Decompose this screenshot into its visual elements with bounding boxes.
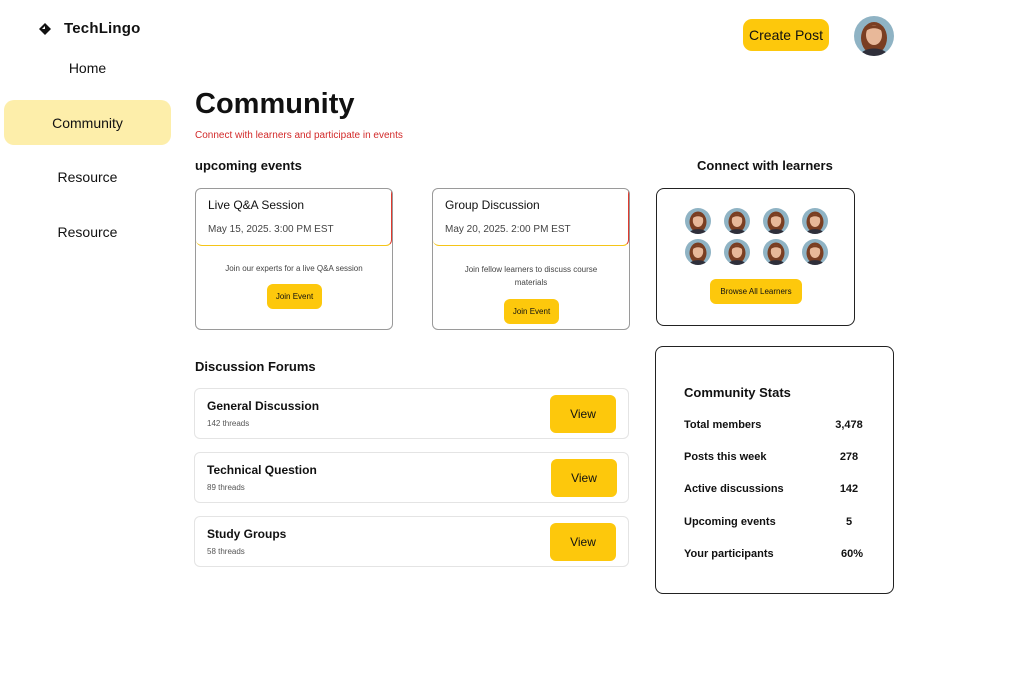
forum-title: General Discussion — [207, 399, 320, 413]
sidebar-item-home[interactable]: Home — [4, 45, 171, 90]
event-description: Join our experts for a live Q&A session — [225, 264, 363, 273]
page-title: Community — [195, 88, 355, 120]
connect-learners-heading: Connect with learners — [697, 158, 833, 173]
stat-value: 142 — [839, 483, 859, 495]
join-event-button[interactable]: Join Event — [504, 299, 559, 324]
event-card: Group Discussion May 20, 2025. 2:00 PM E… — [432, 188, 630, 330]
discussion-forums-heading: Discussion Forums — [195, 359, 316, 374]
stat-label: Posts this week — [684, 451, 767, 463]
sidebar-item-label: Resource — [57, 168, 118, 185]
sidebar-item-label: Community — [52, 114, 123, 131]
event-card-header: Live Q&A Session May 15, 2025. 3:00 PM E… — [196, 189, 392, 246]
event-title: Live Q&A Session — [208, 198, 305, 212]
app-name: TechLingo — [64, 20, 141, 37]
forum-row: General Discussion 142 threads View — [194, 388, 629, 439]
forum-row: Technical Question 89 threads View — [194, 452, 629, 503]
forum-thread-count: 142 threads — [207, 419, 250, 428]
page-subtitle: Connect with learners and participate in… — [195, 130, 403, 141]
sidebar-item-label: Home — [68, 59, 107, 76]
learner-avatar[interactable] — [685, 208, 711, 234]
sidebar-item-community[interactable]: Community — [4, 100, 171, 145]
event-card: Live Q&A Session May 15, 2025. 3:00 PM E… — [195, 188, 393, 330]
create-post-button[interactable]: Create Post — [743, 19, 829, 51]
forum-thread-count: 58 threads — [207, 547, 245, 556]
stat-label: Upcoming events — [684, 516, 776, 528]
learner-avatar[interactable] — [802, 208, 828, 234]
join-event-button[interactable]: Join Event — [267, 284, 322, 309]
forum-title: Study Groups — [207, 527, 287, 541]
diamond-logo-icon — [39, 22, 51, 35]
event-date: May 15, 2025. 3:00 PM EST — [208, 224, 334, 235]
learner-avatar[interactable] — [763, 239, 789, 265]
app-logo[interactable]: TechLingo — [38, 20, 141, 37]
stat-label: Your participants — [684, 548, 774, 560]
learner-avatar[interactable] — [724, 208, 750, 234]
browse-all-learners-button[interactable]: Browse All Learners — [710, 279, 802, 304]
forum-row: Study Groups 58 threads View — [194, 516, 629, 567]
stat-value: 278 — [839, 451, 859, 463]
forum-title: Technical Question — [207, 463, 317, 477]
sidebar-item-resource-2[interactable]: Resource — [4, 209, 171, 254]
learner-avatar[interactable] — [763, 208, 789, 234]
view-forum-button[interactable]: View — [550, 395, 616, 433]
upcoming-events-heading: upcoming events — [195, 158, 302, 173]
user-avatar-image — [854, 16, 894, 56]
event-title: Group Discussion — [445, 198, 540, 212]
learners-card: Browse All Learners — [656, 188, 855, 326]
event-date: May 20, 2025. 2:00 PM EST — [445, 224, 571, 235]
stat-label: Active discussions — [684, 483, 784, 495]
stat-value: 3,478 — [835, 419, 863, 431]
learner-avatar[interactable] — [724, 239, 750, 265]
stat-label: Total members — [684, 419, 762, 431]
view-forum-button[interactable]: View — [551, 459, 617, 497]
event-description: Join fellow learners to discuss course m… — [464, 265, 598, 287]
sidebar-item-label: Resource — [57, 223, 118, 240]
view-forum-button[interactable]: View — [550, 523, 616, 561]
user-avatar[interactable] — [854, 16, 894, 56]
learner-avatar[interactable] — [685, 239, 711, 265]
event-card-header: Group Discussion May 20, 2025. 2:00 PM E… — [433, 189, 629, 246]
community-stats-card: Community Stats Total members 3,478 Post… — [655, 346, 894, 594]
stat-value: 60% — [840, 548, 864, 560]
learner-avatar[interactable] — [802, 239, 828, 265]
sidebar-item-resource[interactable]: Resource — [4, 154, 171, 199]
stats-title: Community Stats — [684, 385, 791, 400]
stat-value: 5 — [845, 516, 853, 528]
forum-thread-count: 89 threads — [207, 483, 245, 492]
